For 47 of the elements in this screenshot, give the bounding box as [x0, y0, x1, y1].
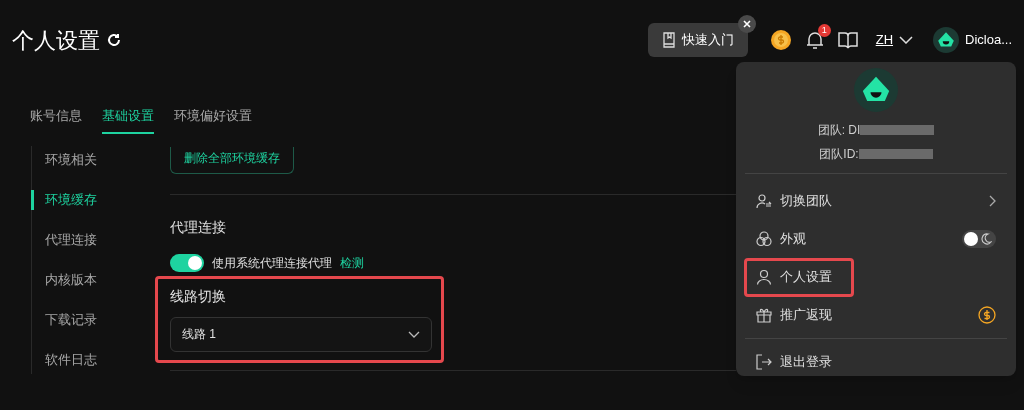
refresh-icon[interactable]: [106, 32, 122, 48]
menu-item[interactable]: 切换团队: [756, 191, 832, 211]
chevron-down-icon: [899, 36, 914, 44]
circles-icon: [756, 231, 772, 247]
section-heading: 代理连接: [170, 217, 227, 237]
user-icon: [756, 269, 772, 285]
chevron-down-icon: [408, 330, 420, 338]
menu-item[interactable]: 个人设置: [756, 267, 832, 287]
detect-link[interactable]: 检测: [340, 253, 364, 272]
language-selector[interactable]: ZH: [875, 30, 914, 50]
page-title: 个人设置: [12, 26, 100, 55]
user-menu-button[interactable]: Dicloa...: [933, 27, 1012, 53]
tab[interactable]: 基础设置: [102, 106, 154, 134]
menu-item[interactable]: 推广返现: [756, 305, 832, 325]
moon-icon: [980, 233, 992, 245]
bell-icon[interactable]: [805, 30, 824, 50]
coin-icon[interactable]: [769, 29, 792, 51]
sidebar-item[interactable]: 环境相关: [31, 149, 170, 170]
team-id: 团队ID:: [819, 146, 859, 163]
sidebar-item[interactable]: 代理连接: [31, 229, 170, 250]
tab[interactable]: 环境偏好设置: [174, 106, 252, 134]
sidebar-item[interactable]: 内核版本: [31, 269, 170, 290]
close-icon[interactable]: [737, 15, 756, 33]
user-switch-icon: [756, 193, 772, 209]
route-select[interactable]: 线路 1: [170, 316, 432, 352]
sidebar-item[interactable]: 下载记录: [31, 309, 170, 330]
avatar-icon: [854, 68, 898, 112]
sidebar-item[interactable]: 软件日志: [31, 349, 170, 370]
book-icon: [661, 32, 676, 48]
tab[interactable]: 账号信息: [30, 106, 82, 134]
team-name: 团队: DI: [817, 122, 861, 139]
open-book-icon[interactable]: [837, 31, 858, 49]
notification-badge: 1: [817, 24, 831, 37]
delete-cache-button[interactable]: 删除全部环境缓存: [170, 146, 294, 174]
toggle-switch[interactable]: [170, 253, 204, 272]
quick-start-button[interactable]: 快速入门: [647, 23, 748, 57]
dollar-coin-icon: [978, 306, 996, 324]
sidebar-item[interactable]: 环境缓存: [31, 189, 170, 210]
theme-toggle[interactable]: [962, 230, 996, 248]
gift-icon: [756, 307, 772, 323]
chevron-right-icon: [989, 195, 996, 207]
avatar-icon: [933, 27, 960, 53]
section-heading: 线路切换: [170, 286, 227, 306]
logout-icon: [756, 354, 772, 370]
toggle-label: 使用系统代理连接代理: [212, 254, 332, 272]
menu-item[interactable]: 退出登录: [756, 352, 832, 372]
menu-item[interactable]: 外观: [756, 229, 806, 249]
